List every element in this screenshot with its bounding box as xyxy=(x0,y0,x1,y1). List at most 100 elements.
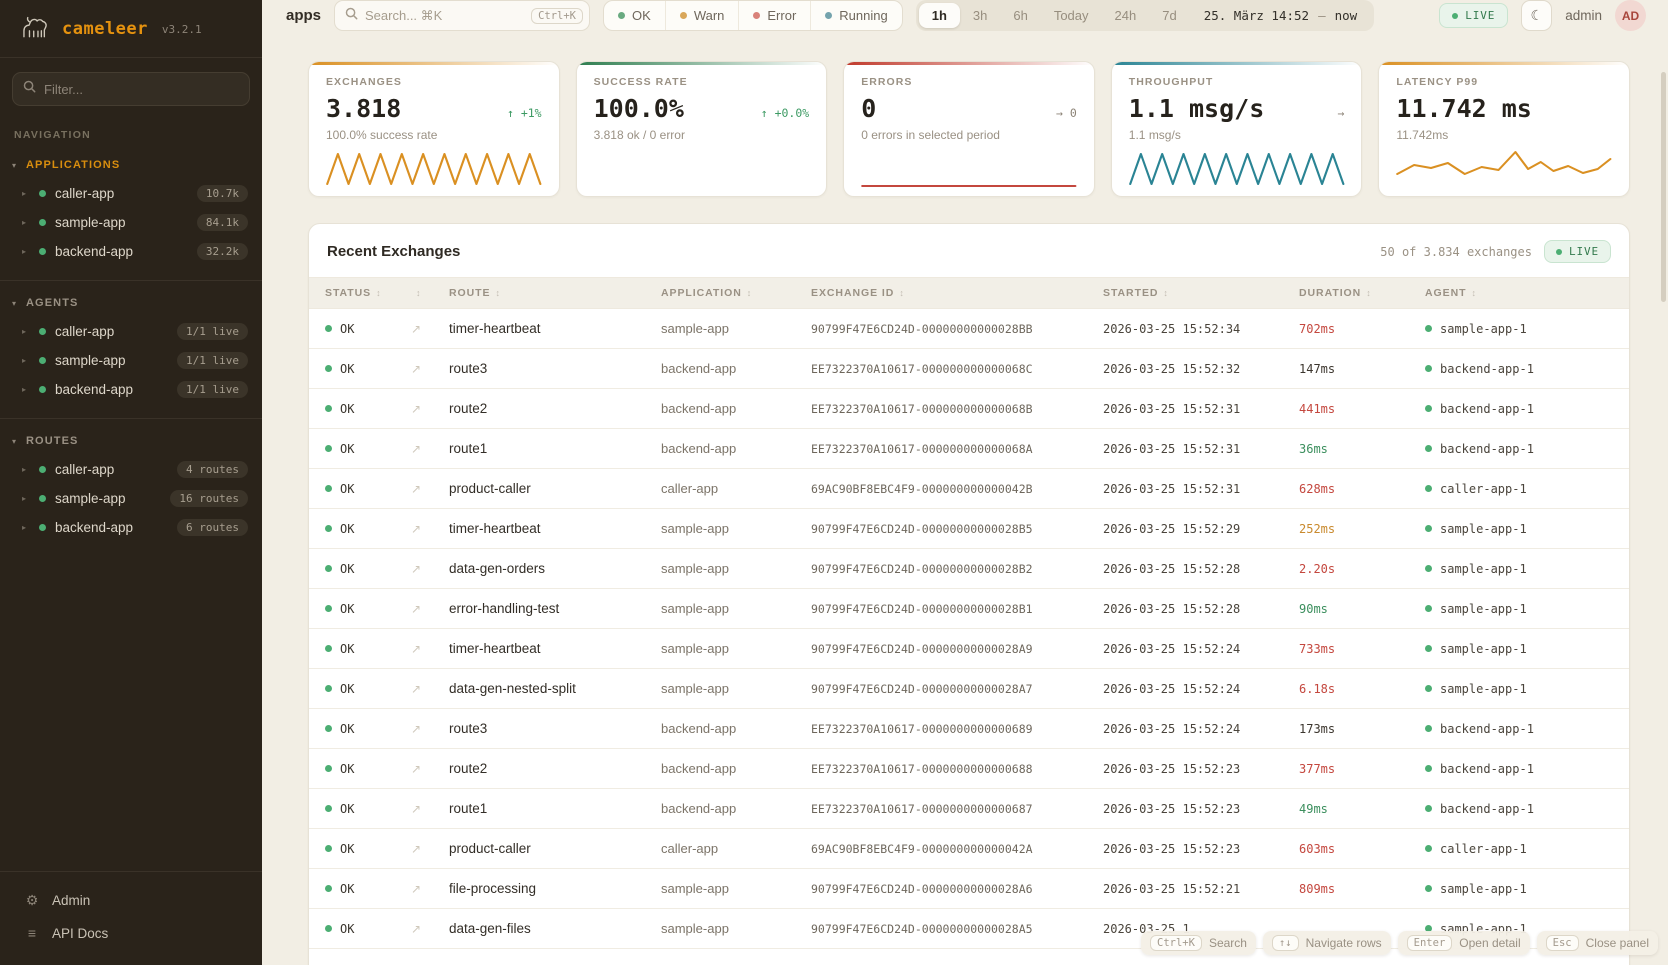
agent-cell: sample-app-1 xyxy=(1425,522,1613,536)
card-accent-bar xyxy=(1112,62,1362,65)
sidebar-item-caller-app[interactable]: ▸ caller-app 1/1 live xyxy=(0,317,262,346)
sort-icon: ↕ xyxy=(1163,288,1168,298)
table-row[interactable]: OK ↗ data-gen-orders sample-app 90799F47… xyxy=(309,549,1629,589)
sidebar-item-sample-app[interactable]: ▸ sample-app 16 routes xyxy=(0,484,262,513)
open-link-icon[interactable]: ↗ xyxy=(411,642,449,656)
sidebar-item-caller-app[interactable]: ▸ caller-app 10.7k xyxy=(0,179,262,208)
status-filter-error[interactable]: Error xyxy=(738,1,810,30)
avatar[interactable]: AD xyxy=(1615,0,1646,31)
sparkline-chart xyxy=(1126,146,1348,190)
sidebar-filter[interactable] xyxy=(12,72,250,106)
table-row[interactable]: OK ↗ route1 backend-app EE7322370A10617-… xyxy=(309,429,1629,469)
card-subtext: 100.0% success rate xyxy=(326,128,542,142)
table-row[interactable]: OK ↗ product-caller caller-app 69AC90BF8… xyxy=(309,469,1629,509)
sidebar-item-caller-app[interactable]: ▸ caller-app 4 routes xyxy=(0,455,262,484)
column-header-duration[interactable]: DURATION↕ xyxy=(1299,287,1425,299)
open-link-icon[interactable]: ↗ xyxy=(411,322,449,336)
sidebar-item-backend-app[interactable]: ▸ backend-app 1/1 live xyxy=(0,375,262,404)
search-input[interactable] xyxy=(365,8,524,23)
table-row[interactable]: OK ↗ timer-heartbeat sample-app 90799F47… xyxy=(309,309,1629,349)
time-range-24h[interactable]: 24h xyxy=(1102,3,1150,28)
status-dot-icon xyxy=(325,565,332,572)
nav-item-label: backend-app xyxy=(55,244,133,259)
agent-label: caller-app-1 xyxy=(1440,482,1527,496)
duration-cell: 603ms xyxy=(1299,842,1425,856)
nav-section-header[interactable]: ▾ AGENTS xyxy=(0,293,262,317)
table-row[interactable]: OK ↗ product-caller caller-app 69AC90BF8… xyxy=(309,829,1629,869)
time-range-7d[interactable]: 7d xyxy=(1149,3,1189,28)
open-link-icon[interactable]: ↗ xyxy=(411,362,449,376)
status-label: OK xyxy=(340,522,354,536)
app-logo[interactable]: cameleer v3.2.1 xyxy=(0,0,262,57)
sidebar-item-backend-app[interactable]: ▸ backend-app 6 routes xyxy=(0,513,262,542)
open-link-icon[interactable]: ↗ xyxy=(411,442,449,456)
time-range-3h[interactable]: 3h xyxy=(960,3,1000,28)
column-header-exchange-id[interactable]: EXCHANGE ID ↕ xyxy=(811,287,1103,299)
status-filter-label: Warn xyxy=(694,8,725,23)
column-header-started[interactable]: STARTED↕ xyxy=(1103,287,1299,299)
scrollbar-thumb[interactable] xyxy=(1661,72,1666,302)
table-row[interactable]: OK ↗ timer-heartbeat sample-app 90799F47… xyxy=(309,509,1629,549)
table-row[interactable]: OK ↗ route3 backend-app EE7322370A10617-… xyxy=(309,349,1629,389)
open-link-icon[interactable]: ↗ xyxy=(411,482,449,496)
column-header-route[interactable]: ROUTE↕ xyxy=(449,287,661,299)
status-filter-ok[interactable]: OK xyxy=(604,1,665,30)
open-link-icon[interactable]: ↗ xyxy=(411,562,449,576)
nav-section-header[interactable]: ▾ APPLICATIONS xyxy=(0,155,262,179)
sidebar-item-api-docs[interactable]: ≡ API Docs xyxy=(0,917,262,949)
duration-cell: 90ms xyxy=(1299,602,1425,616)
nav-section: ▾ APPLICATIONS ▸ caller-app 10.7k ▸ samp… xyxy=(0,149,262,276)
sidebar-item-sample-app[interactable]: ▸ sample-app 84.1k xyxy=(0,208,262,237)
open-link-icon[interactable]: ↗ xyxy=(411,402,449,416)
open-link-icon[interactable]: ↗ xyxy=(411,602,449,616)
open-link-icon[interactable]: ↗ xyxy=(411,882,449,896)
column-header-link[interactable]: ↕ xyxy=(411,288,449,298)
chevron-down-icon: ▾ xyxy=(12,437,16,446)
open-link-icon[interactable]: ↗ xyxy=(411,722,449,736)
column-label: EXCHANGE ID xyxy=(811,287,894,299)
time-range-today[interactable]: Today xyxy=(1041,3,1102,28)
table-row[interactable]: OK ↗ route1 backend-app EE7322370A10617-… xyxy=(309,789,1629,829)
open-link-icon[interactable]: ↗ xyxy=(411,842,449,856)
table-live-badge[interactable]: LIVE xyxy=(1544,240,1611,263)
open-link-icon[interactable]: ↗ xyxy=(411,922,449,936)
table-row[interactable]: OK ↗ data-gen-nested-split sample-app 90… xyxy=(309,669,1629,709)
exchange-id-cell: EE7322370A10617-000000000000068A xyxy=(811,442,1103,456)
status-dot-icon xyxy=(325,845,332,852)
status-filter-running[interactable]: Running xyxy=(810,1,901,30)
sidebar-item-sample-app[interactable]: ▸ sample-app 1/1 live xyxy=(0,346,262,375)
table-row[interactable]: OK ↗ route3 backend-app EE7322370A10617-… xyxy=(309,709,1629,749)
table-row[interactable]: OK ↗ route2 backend-app EE7322370A10617-… xyxy=(309,749,1629,789)
column-header-status[interactable]: STATUS↕ xyxy=(325,287,411,299)
table-row[interactable]: OK ↗ route2 backend-app EE7322370A10617-… xyxy=(309,389,1629,429)
table-row[interactable]: OK ↗ timer-heartbeat sample-app 90799F47… xyxy=(309,629,1629,669)
application-cell: caller-app xyxy=(661,841,811,856)
open-link-icon[interactable]: ↗ xyxy=(411,762,449,776)
open-link-icon[interactable]: ↗ xyxy=(411,682,449,696)
table-row[interactable]: OK ↗ error-handling-test sample-app 9079… xyxy=(309,589,1629,629)
open-link-icon[interactable]: ↗ xyxy=(411,802,449,816)
sidebar-item-backend-app[interactable]: ▸ backend-app 32.2k xyxy=(0,237,262,266)
filter-input[interactable] xyxy=(44,82,239,97)
open-link-icon[interactable]: ↗ xyxy=(411,522,449,536)
status-filter-warn[interactable]: Warn xyxy=(665,1,739,30)
sidebar-footer-label: API Docs xyxy=(52,926,108,941)
time-range-1h[interactable]: 1h xyxy=(919,3,960,28)
status-filter-group: OK Warn Error Running xyxy=(603,0,903,31)
table-row[interactable]: OK ↗ file-processing sample-app 90799F47… xyxy=(309,869,1629,909)
agent-cell: backend-app-1 xyxy=(1425,402,1613,416)
global-search[interactable]: Ctrl+K xyxy=(334,0,590,31)
column-header-application[interactable]: APPLICATION↕ xyxy=(661,287,811,299)
live-toggle[interactable]: LIVE xyxy=(1439,3,1508,28)
sidebar-item-admin[interactable]: ⚙ Admin xyxy=(0,884,262,917)
nav-section-header[interactable]: ▾ ROUTES xyxy=(0,431,262,455)
stat-card-success-rate: SUCCESS RATE 100.0% ↑ +0.0% 3.818 ok / 0… xyxy=(576,61,828,197)
column-header-agent[interactable]: AGENT↕ xyxy=(1425,287,1613,299)
theme-toggle-button[interactable]: ☾ xyxy=(1521,0,1552,31)
application-cell: caller-app xyxy=(661,481,811,496)
application-cell: backend-app xyxy=(661,801,811,816)
sort-icon: ↕ xyxy=(899,288,904,298)
exchange-id-cell: EE7322370A10617-0000000000000688 xyxy=(811,762,1103,776)
time-range-6h[interactable]: 6h xyxy=(1000,3,1040,28)
search-icon xyxy=(345,7,358,25)
